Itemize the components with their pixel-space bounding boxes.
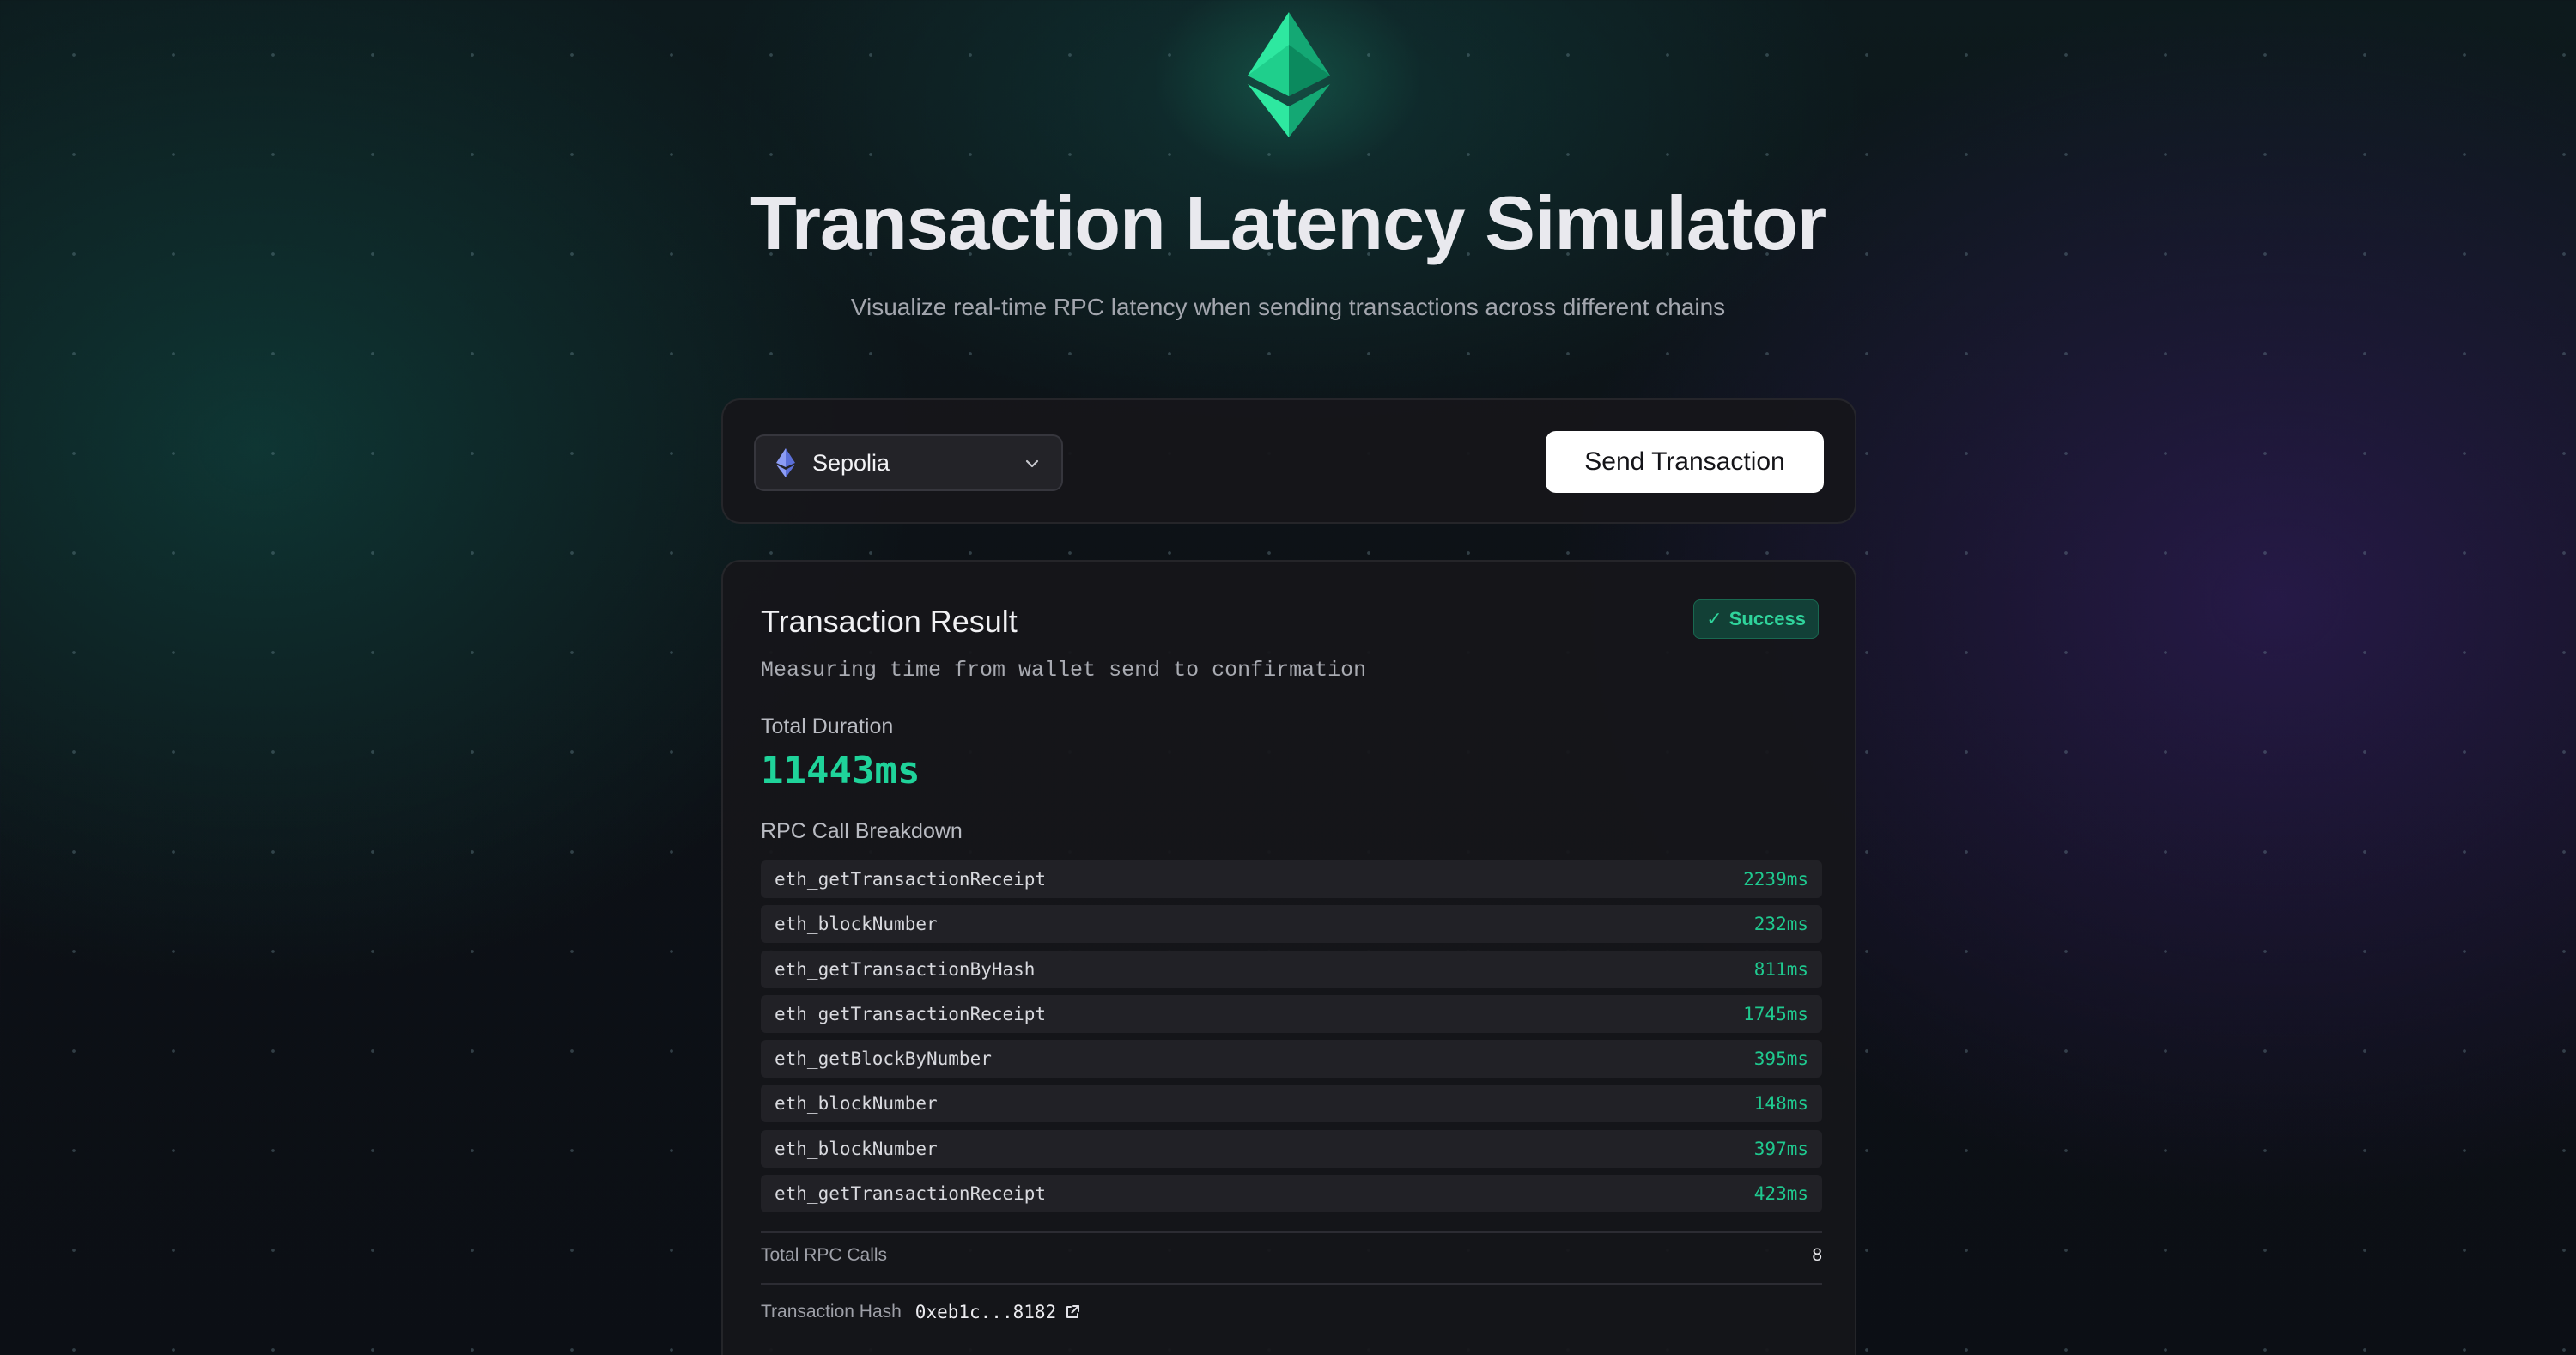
rpc-duration: 395ms xyxy=(1753,1048,1808,1070)
rpc-call-row: eth_getTransactionReceipt 1745ms xyxy=(761,994,1822,1033)
divider xyxy=(761,1231,1822,1233)
result-title: Transaction Result xyxy=(761,604,1018,639)
total-duration-value: 11443ms xyxy=(761,749,920,793)
rpc-call-row: eth_blockNumber 232ms xyxy=(761,905,1822,944)
page-subtitle: Visualize real-time RPC latency when sen… xyxy=(850,294,1726,320)
rpc-duration: 1745ms xyxy=(1743,1003,1808,1024)
total-duration-label: Total Duration xyxy=(761,714,894,738)
rpc-duration: 2239ms xyxy=(1743,869,1808,890)
rpc-call-row: eth_getTransactionReceipt 423ms xyxy=(761,1175,1822,1213)
total-rpc-calls-value: 8 xyxy=(1812,1245,1822,1265)
total-rpc-calls-label: Total RPC Calls xyxy=(761,1245,888,1265)
rpc-duration: 811ms xyxy=(1753,958,1808,980)
rpc-breakdown-label: RPC Call Breakdown xyxy=(761,819,963,843)
transaction-hash-label: Transaction Hash xyxy=(761,1302,902,1322)
chevron-down-icon xyxy=(1025,459,1039,468)
ethereum-icon xyxy=(776,448,795,477)
transaction-hash-row: Transaction Hash 0xeb1c...8182 xyxy=(761,1302,1080,1322)
rpc-call-row: eth_blockNumber 148ms xyxy=(761,1085,1822,1123)
rpc-method: eth_getTransactionReceipt xyxy=(775,869,1047,890)
result-description: Measuring time from wallet send to confi… xyxy=(761,658,1367,683)
rpc-call-row: eth_getTransactionReceipt 2239ms xyxy=(761,860,1822,898)
rpc-call-row: eth_getTransactionByHash 811ms xyxy=(761,950,1822,988)
rpc-method: eth_getBlockByNumber xyxy=(775,1048,992,1070)
rpc-method: eth_blockNumber xyxy=(775,1093,938,1115)
rpc-duration: 232ms xyxy=(1753,914,1808,935)
rpc-call-row: eth_getBlockByNumber 395ms xyxy=(761,1040,1822,1079)
transaction-hash-value[interactable]: 0xeb1c...8182 xyxy=(915,1302,1056,1322)
ethereum-logo-icon xyxy=(1248,12,1330,137)
chain-select[interactable]: Sepolia xyxy=(754,434,1063,491)
transaction-result-card: Transaction Result ✓ Success Measuring t… xyxy=(721,560,1856,1355)
rpc-call-row: eth_blockNumber 397ms xyxy=(761,1129,1822,1168)
rpc-method: eth_getTransactionByHash xyxy=(775,958,1036,980)
rpc-duration: 423ms xyxy=(1753,1183,1808,1205)
external-link-icon[interactable] xyxy=(1065,1304,1080,1320)
page-title: Transaction Latency Simulator xyxy=(750,180,1826,265)
send-transaction-button[interactable]: Send Transaction xyxy=(1546,431,1824,493)
chain-select-value: Sepolia xyxy=(812,449,890,476)
status-badge-label: Success xyxy=(1728,608,1806,629)
total-rpc-calls-row: Total RPC Calls 8 xyxy=(761,1245,1822,1266)
rpc-duration: 148ms xyxy=(1753,1093,1808,1115)
rpc-method: eth_blockNumber xyxy=(775,1138,938,1159)
divider xyxy=(761,1283,1822,1285)
rpc-call-list: eth_getTransactionReceipt 2239ms eth_blo… xyxy=(761,860,1822,1219)
status-badge: ✓ Success xyxy=(1693,599,1819,639)
rpc-duration: 397ms xyxy=(1753,1138,1808,1159)
controls-card: Sepolia Send Transaction xyxy=(721,398,1856,524)
check-icon: ✓ xyxy=(1706,608,1722,629)
rpc-method: eth_blockNumber xyxy=(775,914,938,935)
rpc-method: eth_getTransactionReceipt xyxy=(775,1183,1047,1205)
rpc-method: eth_getTransactionReceipt xyxy=(775,1003,1047,1024)
